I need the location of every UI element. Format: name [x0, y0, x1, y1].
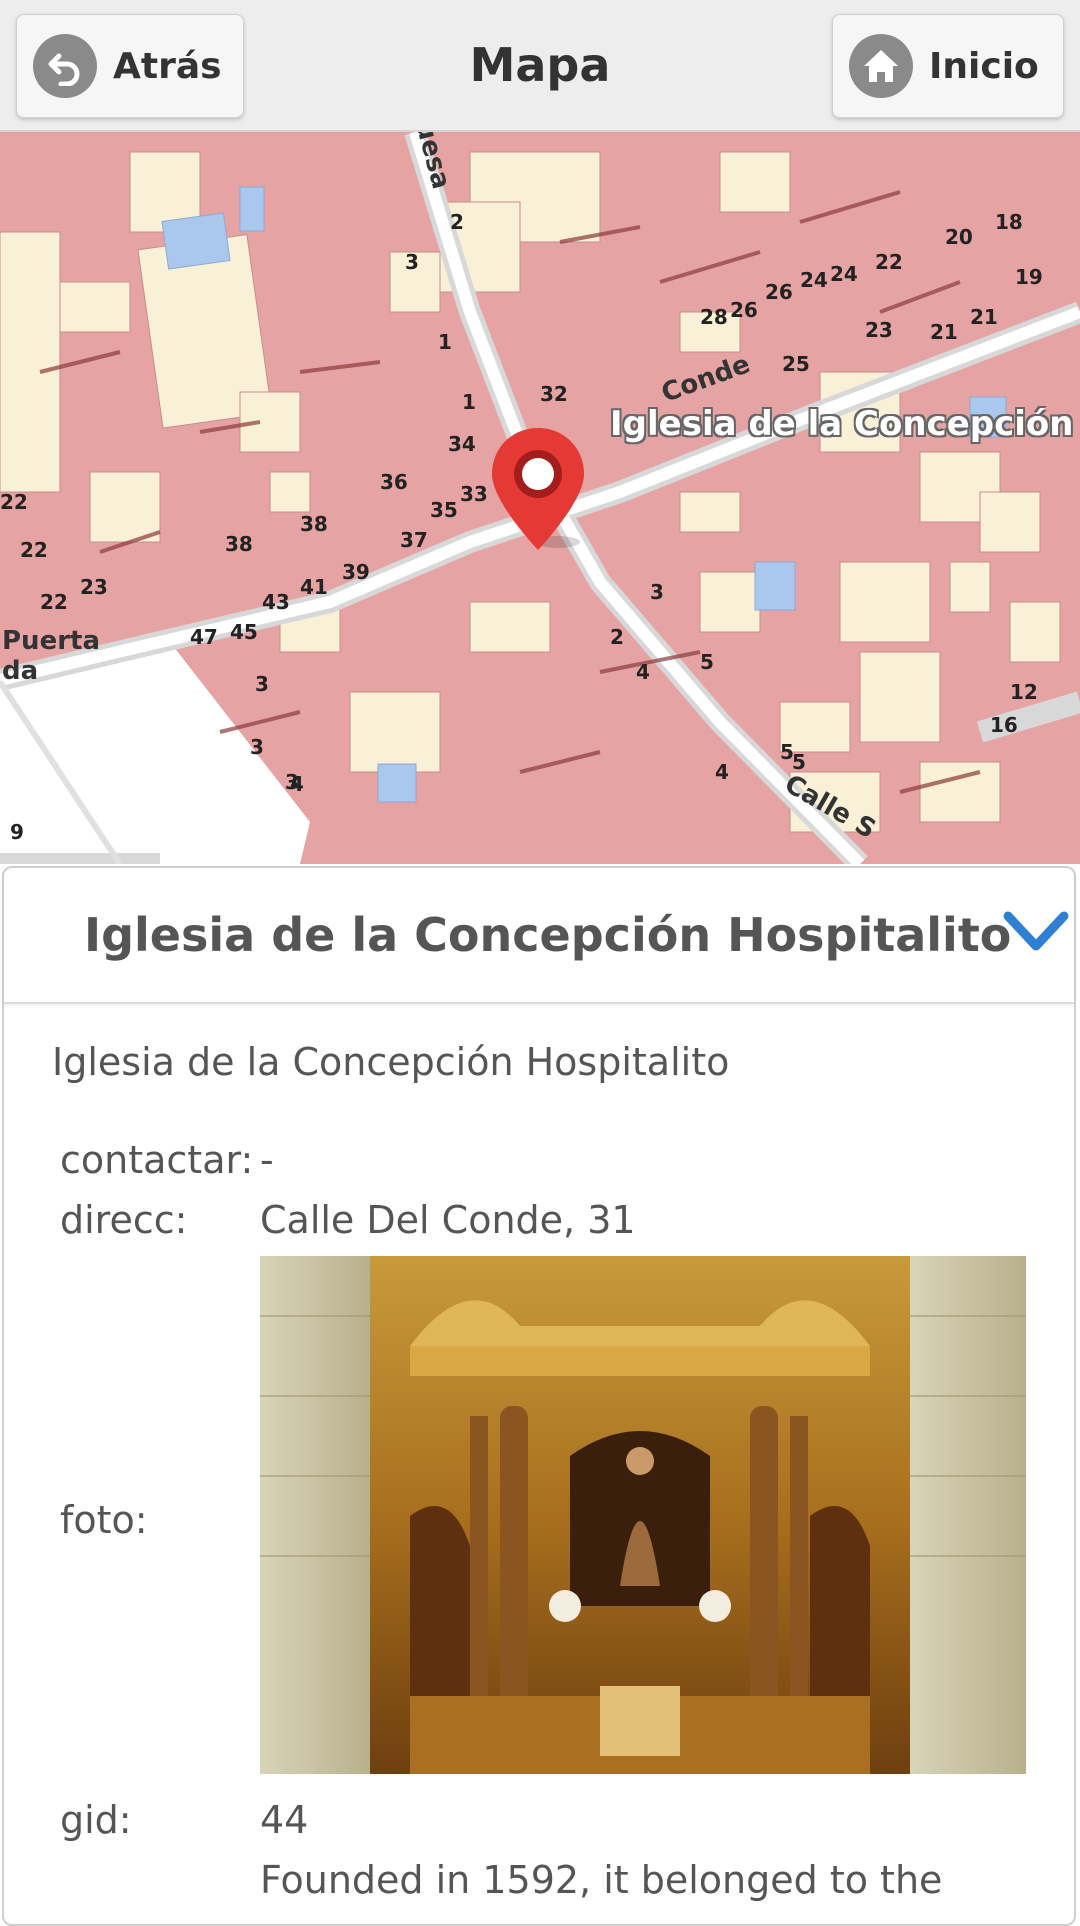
house-number-label: 41 — [300, 575, 328, 599]
place-photo[interactable] — [260, 1256, 1026, 1774]
house-number-label: 38 — [225, 532, 253, 556]
house-number-label: 39 — [342, 560, 370, 584]
house-number-label: 4 — [636, 660, 650, 684]
house-number-label: 3 — [405, 250, 419, 274]
house-number-label: 20 — [945, 225, 973, 249]
house-number-label: 22 — [40, 590, 68, 614]
home-icon — [849, 34, 913, 98]
house-number-label: 2 — [450, 210, 464, 234]
house-number-label: 9 — [10, 820, 24, 844]
house-number-label: 38 — [300, 512, 328, 536]
house-number-label: 1 — [438, 330, 452, 354]
house-number-label: 25 — [782, 352, 810, 376]
contact-label: contactar: — [60, 1138, 254, 1182]
house-number-label: 1 — [462, 390, 476, 414]
house-number-label: 34 — [448, 432, 476, 456]
home-button-label: Inicio — [929, 45, 1039, 87]
house-number-label: 18 — [995, 210, 1023, 234]
house-number-label: 37 — [400, 528, 428, 552]
house-number-label: 28 — [700, 305, 728, 329]
place-info-panel: Iglesia de la Concepción Hospitalito Igl… — [2, 866, 1076, 1926]
chevron-down-icon[interactable] — [1002, 908, 1070, 960]
house-number-label: 26 — [730, 298, 758, 322]
gid-label: gid: — [60, 1798, 132, 1842]
house-number-label: 24 — [830, 262, 858, 286]
app-header: Atrás Mapa Inicio — [0, 0, 1080, 132]
description-text: Founded in 1592, it belonged to the — [260, 1858, 943, 1902]
house-number-label: 33 — [460, 482, 488, 506]
address-value: Calle Del Conde, 31 — [260, 1198, 636, 1242]
house-number-label: 43 — [262, 590, 290, 614]
street-label: da — [2, 656, 39, 686]
house-number-label: 3 — [255, 672, 269, 696]
gid-value: 44 — [260, 1798, 309, 1842]
address-label: direcc: — [60, 1198, 188, 1242]
house-number-label: 2 — [610, 625, 624, 649]
house-number-label: 4 — [715, 760, 729, 784]
house-number-label: 22 — [875, 250, 903, 274]
place-subtitle: Iglesia de la Concepción Hospitalito — [52, 1040, 730, 1084]
house-number-label: 24 — [800, 268, 828, 292]
house-number-label: 5 — [780, 740, 794, 764]
house-number-label: 19 — [1015, 265, 1043, 289]
house-number-label: 12 — [1010, 680, 1038, 704]
house-number-label: 3 — [285, 770, 299, 794]
poi-label[interactable]: Iglesia de la Concepción Ho — [610, 404, 1080, 444]
house-number-label: 26 — [765, 280, 793, 304]
house-number-label: 35 — [430, 498, 458, 522]
photo-label: foto: — [60, 1498, 148, 1542]
house-number-label: 22 — [20, 538, 48, 562]
house-number-label: 23 — [865, 318, 893, 342]
house-number-label: 16 — [990, 713, 1018, 737]
house-number-label: 22 — [0, 490, 28, 514]
house-number-label: 32 — [540, 382, 568, 406]
house-number-label: 5 — [700, 650, 714, 674]
house-number-label: 5 — [792, 750, 806, 774]
house-number-label: 36 — [380, 470, 408, 494]
house-number-label: 3 — [650, 580, 664, 604]
panel-header[interactable]: Iglesia de la Concepción Hospitalito — [4, 868, 1074, 1004]
house-number-label: 45 — [230, 620, 258, 644]
house-number-label: 21 — [970, 305, 998, 329]
house-number-label: 47 — [190, 625, 218, 649]
house-number-label: 23 — [80, 575, 108, 599]
street-label: Puerta — [2, 626, 100, 656]
house-number-label: 3 — [250, 735, 264, 759]
map-view[interactable]: Conde Calle S Puerta da uesa 2 3 1 1 32 34 36 3… — [0, 132, 1080, 864]
panel-title: Iglesia de la Concepción Hospitalito — [84, 908, 1012, 962]
home-button[interactable]: Inicio — [832, 14, 1064, 118]
contact-value: - — [260, 1138, 274, 1182]
house-number-label: 21 — [930, 320, 958, 344]
